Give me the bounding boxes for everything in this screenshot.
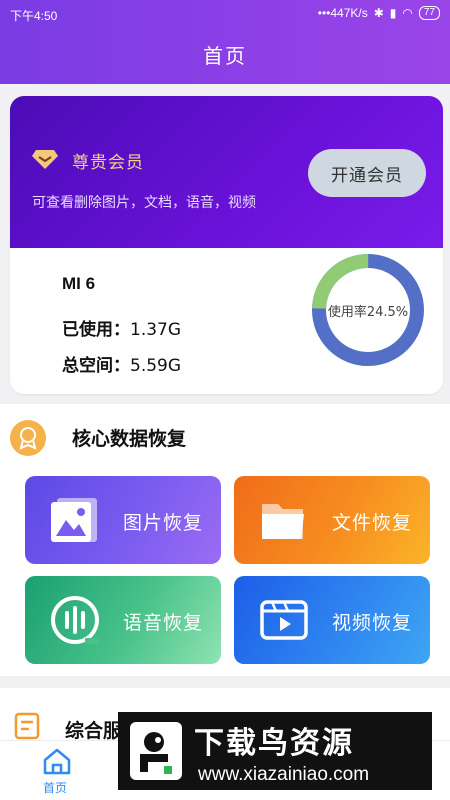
image-icon: [51, 498, 97, 542]
core-section-title: 核心数据恢复: [72, 428, 187, 450]
header-bar: 下午4:50 •••447K/s ✱ ▮ ◠ 77 首页: [0, 0, 450, 84]
nav-home-tab[interactable]: [40, 747, 74, 779]
watermark-banner: 下载鸟资源 www.xiazainiao.com: [118, 712, 432, 790]
signal-icon: ▮: [389, 6, 397, 20]
tile-label: 视频恢复: [332, 612, 413, 634]
total-label: 总空间：: [62, 356, 130, 376]
battery-icon: 77: [418, 6, 440, 20]
watermark-brand: 下载鸟资源: [194, 726, 354, 761]
tile-image-recovery[interactable]: 图片恢复: [25, 476, 221, 564]
used-space: 已使用：1.37G: [62, 315, 181, 340]
wifi-icon: ◠: [402, 6, 413, 20]
usage-rate: 使用率24.5%: [327, 304, 409, 320]
voice-icon: [51, 596, 99, 644]
folder-icon: [262, 504, 304, 539]
vip-description: 可查看删除图片，文档，语音，视频: [32, 195, 256, 211]
total-space: 总空间：5.59G: [62, 351, 181, 376]
misc-section-title: 综合服: [65, 720, 123, 742]
core-recovery-section: 核心数据恢复 图片恢复 文件恢复 语音恢复 视频恢复: [0, 404, 450, 676]
status-time: 下午4:50: [10, 9, 58, 23]
network-speed: •••447K/s: [317, 6, 368, 20]
status-right: •••447K/s ✱ ▮ ◠ 77: [318, 6, 440, 20]
vip-device-card: 尊贵会员 可查看删除图片，文档，语音，视频 开通会员 MI 6 已使用：1.37…: [10, 96, 443, 394]
vip-label: 尊贵会员: [72, 153, 144, 173]
tile-voice-recovery[interactable]: 语音恢复: [25, 576, 221, 664]
watermark-url: www.xiazainiao.com: [198, 764, 370, 785]
badge-icon: [10, 420, 46, 456]
total-value: 5.59G: [130, 356, 182, 376]
bird-logo-icon: [130, 722, 182, 780]
tile-file-recovery[interactable]: 文件恢复: [234, 476, 430, 564]
page-title: 首页: [203, 44, 247, 68]
bluetooth-icon: ✱: [373, 6, 384, 20]
open-membership-button[interactable]: 开通会员: [308, 149, 426, 197]
nav-home-label: 首页: [43, 781, 68, 795]
device-name: MI 6: [62, 274, 96, 293]
usage-ring: 使用率24.5%: [310, 252, 426, 368]
vip-banner: 尊贵会员 可查看删除图片，文档，语音，视频 开通会员: [10, 96, 443, 248]
tile-video-recovery[interactable]: 视频恢复: [234, 576, 430, 664]
tile-label: 语音恢复: [123, 612, 204, 634]
used-label: 已使用：: [62, 320, 130, 340]
home-icon: [43, 748, 71, 775]
tile-label: 文件恢复: [332, 512, 413, 534]
diamond-icon: [32, 150, 58, 169]
video-icon: [260, 600, 308, 640]
used-value: 1.37G: [130, 320, 182, 340]
tile-label: 图片恢复: [123, 512, 204, 534]
document-icon: [14, 712, 40, 740]
status-bar: 下午4:50 •••447K/s ✱ ▮ ◠ 77: [0, 0, 450, 30]
